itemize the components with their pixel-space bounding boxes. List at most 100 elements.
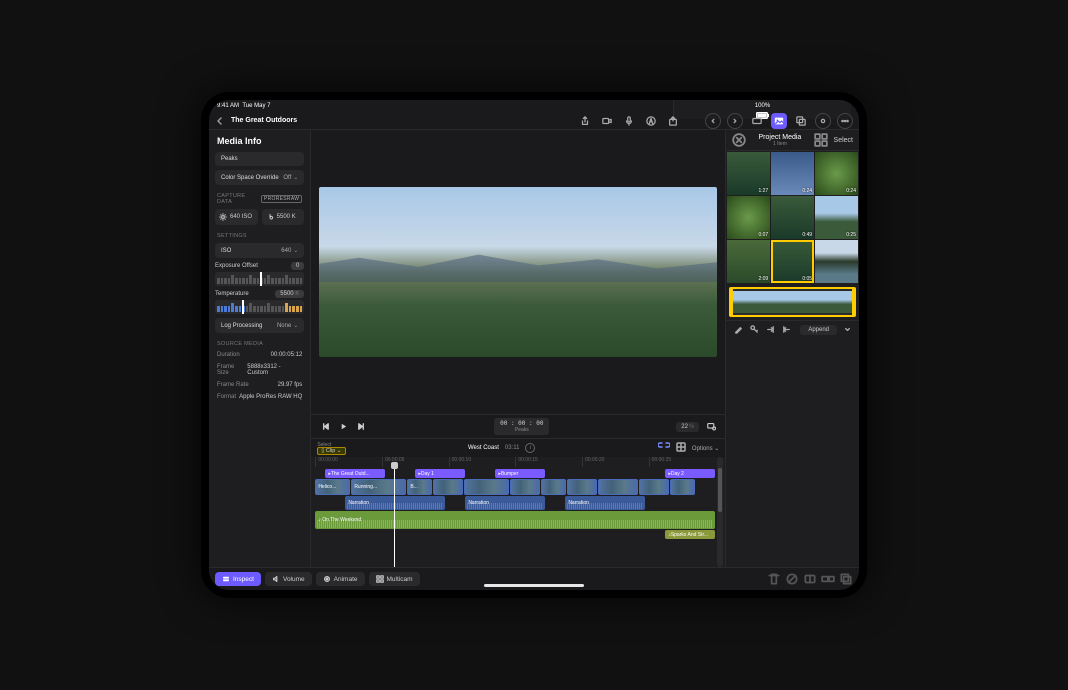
grid-view-icon[interactable] [814,133,828,147]
temp-chip: 5500 K [262,209,305,225]
media-thumb[interactable]: 2:09 [727,240,770,283]
tab-inspect[interactable]: Inspect [215,572,261,586]
overwrite-icon[interactable] [780,324,792,336]
browser-panel: Project Media 1 Item Select 1:27 0:24 0:… [725,130,859,567]
append-button[interactable]: Append [800,325,837,335]
pencil-icon[interactable] [732,324,744,336]
preview-image [319,187,717,357]
media-thumb[interactable]: 1:27 [727,152,770,195]
video-clip[interactable] [567,479,597,495]
snap-icon[interactable] [676,442,686,454]
connect-icon[interactable] [821,572,835,586]
timecode-display[interactable]: 00 : 00 : 00 Peaks [494,418,549,435]
video-clip[interactable]: B... [407,479,432,495]
media-thumb[interactable]: 0:49 [771,196,814,239]
link-icon[interactable] [658,442,670,454]
duplicate-icon[interactable] [839,572,853,586]
export-icon[interactable] [665,113,681,129]
prev-frame-button[interactable] [319,421,331,433]
insert-icon[interactable] [764,324,776,336]
tab-multicam[interactable]: Multicam [369,572,420,586]
text-icon[interactable] [643,113,659,129]
clip-name-row[interactable]: Peaks [215,152,304,166]
filmstrip[interactable] [729,287,856,317]
overlays-icon[interactable] [793,113,809,129]
info-icon[interactable]: i [525,443,535,453]
out-handle[interactable] [852,287,856,317]
iso-row[interactable]: ISO 640⌄ [215,243,304,258]
video-clip[interactable] [639,479,669,495]
video-clip[interactable] [541,479,566,495]
audio-clip[interactable]: Narration [465,496,545,510]
timeline-ruler[interactable]: 00:00:0000:00:0500:00:1000:00:1500:00:20… [315,457,715,467]
zoom-level[interactable]: 22% [676,422,699,432]
display-options-icon[interactable] [705,421,717,433]
exposure-slider[interactable]: Exposure Offset0 [215,262,304,286]
chevron-icon: ⌄ [293,175,298,181]
playhead[interactable] [394,466,395,567]
inspector-header: Media Info [209,130,310,150]
media-thumb[interactable]: 0:07 [727,196,770,239]
media-thumb[interactable]: 0:24 [771,152,814,195]
audio-icon[interactable] [815,113,831,129]
temperature-slider[interactable]: Temperature5500 K [215,290,304,314]
viewer[interactable] [311,130,725,414]
timeline-name: West Coast [468,445,499,451]
keyboard-icon[interactable] [749,113,765,129]
history-back-icon[interactable] [705,113,721,129]
transport-bar: 00 : 00 : 00 Peaks 22% [311,414,725,438]
browser-icon[interactable] [771,113,787,129]
timeline[interactable]: 00:00:0000:00:0500:00:1000:00:1500:00:20… [311,457,725,567]
video-clip[interactable] [598,479,638,495]
timeline-duration: 03:11 [505,445,520,451]
music-clip[interactable]: ♪ Sparks And Str... [665,530,715,539]
voiceover-icon[interactable] [621,113,637,129]
title-clip[interactable]: ▸ Bumper [495,469,545,478]
back-button[interactable] [215,116,225,126]
filter-icon[interactable] [732,133,746,147]
trash-icon[interactable] [767,572,781,586]
home-indicator[interactable] [484,584,584,587]
media-thumb[interactable]: 0:25 [815,196,858,239]
audio-clip[interactable]: Narration [345,496,445,510]
capture-header: CAPTURE DATA [217,193,261,205]
title-bar: The Great Outdoors [209,112,859,130]
tab-volume[interactable]: Volume [265,572,312,586]
format-row: FormatApple ProRes RAW HQ [209,391,310,403]
video-clip[interactable]: Helico... [315,479,350,495]
history-forward-icon[interactable] [727,113,743,129]
tab-animate[interactable]: Animate [316,572,365,586]
video-clip[interactable]: Running... [351,479,406,495]
options-button[interactable]: Options ⌄ [692,445,719,452]
media-thumb-selected[interactable]: 0:05 [771,240,814,283]
disable-icon[interactable] [785,572,799,586]
select-button[interactable]: Select [834,137,853,144]
media-thumb[interactable]: 0:24 [815,152,858,195]
next-frame-button[interactable] [355,421,367,433]
timeline-scrollbar[interactable] [717,457,723,567]
in-handle[interactable] [729,287,733,317]
camera-icon[interactable] [599,113,615,129]
title-clip[interactable]: ▸ The Great Outd... [325,469,385,478]
audio-clip[interactable]: Narration [565,496,645,510]
play-button[interactable] [337,421,349,433]
share-icon[interactable] [577,113,593,129]
split-icon[interactable] [803,572,817,586]
video-clip[interactable] [510,479,540,495]
music-clip[interactable]: ♪ On The Weekend [315,511,715,529]
title-clip[interactable]: ▸ Day 1 [415,469,465,478]
video-clip[interactable] [670,479,695,495]
video-clip[interactable] [464,479,509,495]
media-thumb[interactable] [815,240,858,283]
log-processing-row[interactable]: Log Processing None⌄ [215,318,304,333]
sun-icon [219,213,227,221]
more-icon[interactable] [837,113,853,129]
framesize-row: Frame Size5888x3312 - Custom [209,361,310,379]
chevron-down-icon[interactable] [841,324,853,336]
status-date: Tue May 7 [242,103,270,109]
video-clip[interactable] [433,479,463,495]
color-space-row[interactable]: Color Space Override Off⌄ [215,170,304,185]
title-clip[interactable]: ▸ Day 2 [665,469,715,478]
key-icon[interactable] [748,324,760,336]
clip-chip[interactable]: ▯ Clip ⌄ [317,447,345,455]
